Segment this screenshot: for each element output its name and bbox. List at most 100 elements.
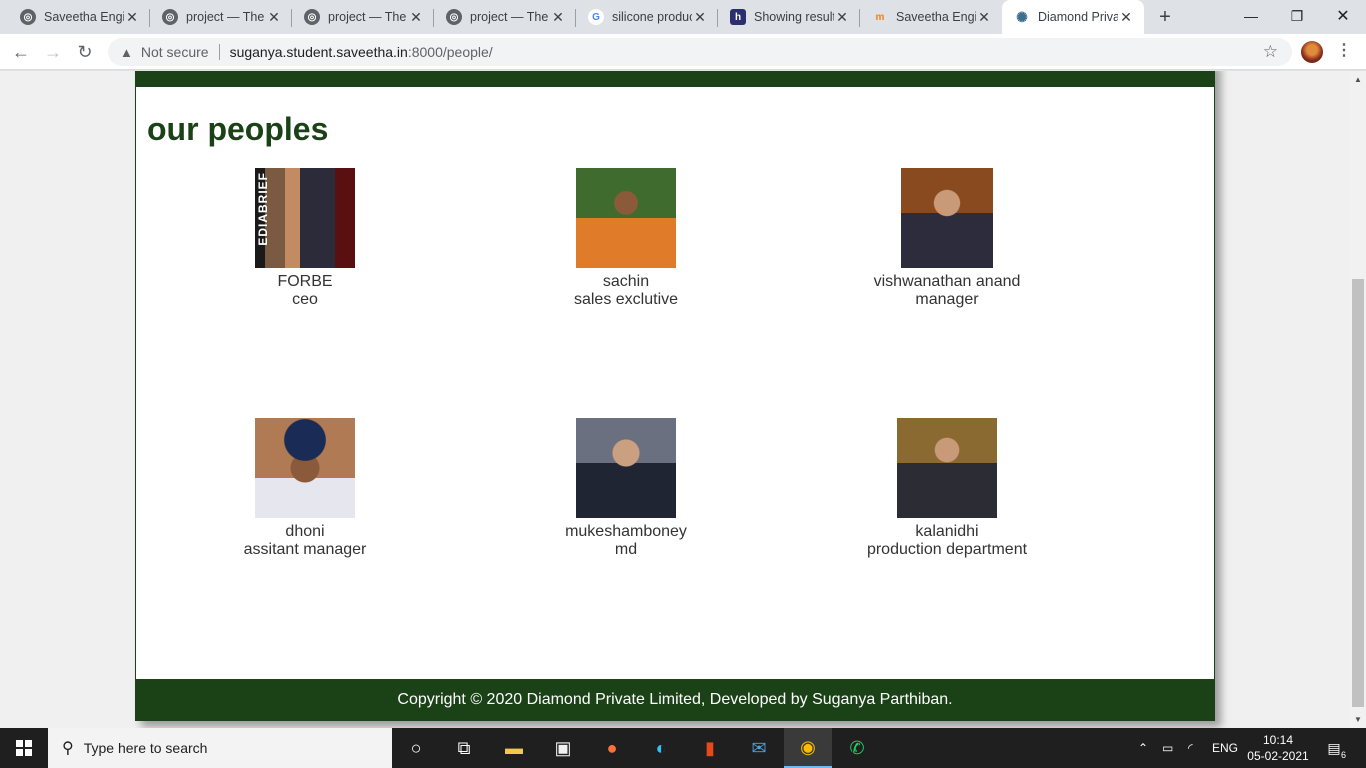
globe-icon: ◎: [446, 9, 462, 25]
browser-tab-4[interactable]: ◎ project — The ✕: [434, 0, 576, 34]
person-photo: [576, 168, 676, 268]
wifi-icon[interactable]: ◜: [1188, 728, 1193, 768]
store-icon[interactable]: ▣: [539, 728, 587, 768]
close-tab-icon[interactable]: ✕: [124, 9, 140, 25]
tab-title: project — The: [186, 10, 265, 24]
minimize-button[interactable]: ―: [1228, 0, 1274, 32]
tab-title: project — The: [470, 10, 549, 24]
person-name: mukeshamboney: [565, 523, 687, 540]
tab-title: silicone produc: [612, 10, 692, 24]
person-role: sales exclutive: [573, 291, 679, 308]
clock-time: 10:14: [1262, 733, 1294, 747]
browser-toolbar: ← → ↻ ▲ Not secure suganya.student.savee…: [0, 34, 1366, 70]
warning-icon[interactable]: ▲: [120, 45, 133, 60]
office-icon[interactable]: ▮: [686, 728, 734, 768]
new-tab-button[interactable]: +: [1153, 5, 1177, 29]
person-card: sachin sales exclutive: [516, 168, 736, 309]
tab-title: Diamond Priva: [1038, 10, 1118, 24]
windows-logo-icon: [16, 740, 32, 756]
language-indicator[interactable]: ENG: [1212, 728, 1238, 768]
menu-dots-icon[interactable]: ⋮: [1336, 40, 1352, 60]
person-name: FORBE: [277, 273, 333, 290]
scroll-down-icon[interactable]: ▼: [1354, 715, 1362, 724]
forward-arrow-icon[interactable]: →: [40, 39, 66, 65]
profile-avatar[interactable]: [1301, 41, 1323, 63]
start-button[interactable]: [0, 728, 48, 768]
edge-icon[interactable]: ◐: [637, 728, 685, 768]
close-tab-icon[interactable]: ✕: [408, 9, 424, 25]
scrollbar-thumb[interactable]: [1352, 279, 1364, 707]
address-divider: [218, 44, 220, 60]
close-tab-icon[interactable]: ✕: [266, 9, 282, 25]
browser-tab-3[interactable]: ◎ project — The ✕: [292, 0, 434, 34]
person-name: sachin: [602, 273, 650, 290]
taskbar-clock[interactable]: 10:14 05-02-2021: [1246, 732, 1310, 764]
close-tab-icon[interactable]: ✕: [550, 9, 566, 25]
person-card: vishwanathan anand manager: [837, 168, 1057, 309]
person-role: md: [614, 541, 638, 558]
clock-date: 05-02-2021: [1247, 749, 1309, 763]
person-card: kalanidhi production department: [837, 418, 1057, 559]
url-path: :8000/people/: [407, 44, 493, 60]
vertical-scrollbar[interactable]: ▲ ▼: [1350, 71, 1366, 728]
cortana-icon[interactable]: ○: [392, 728, 440, 768]
close-tab-icon[interactable]: ✕: [834, 9, 850, 25]
whatsapp-icon[interactable]: ✆: [833, 728, 881, 768]
taskbar-search[interactable]: ⚲ Type here to search: [48, 728, 392, 768]
browser-tab-6[interactable]: h Showing result ✕: [718, 0, 860, 34]
search-icon: ⚲: [62, 740, 74, 757]
person-name: kalanidhi: [915, 523, 979, 540]
person-role: manager: [915, 291, 979, 308]
person-card: EDIABRIEF FORBE ceo: [195, 168, 415, 309]
google-icon: G: [588, 9, 604, 25]
tab-title: project — The: [328, 10, 407, 24]
person-photo: [897, 418, 997, 518]
mail-icon[interactable]: ✉: [735, 728, 783, 768]
page-footer: Copyright © 2020 Diamond Private Limited…: [136, 679, 1214, 721]
browser-tab-strip: ◎ Saveetha Engin ✕ ◎ project — The ✕ ◎ p…: [0, 0, 1366, 34]
scroll-up-icon[interactable]: ▲: [1354, 75, 1362, 84]
person-role: ceo: [292, 291, 318, 308]
page-container: our peoples EDIABRIEF FORBE ceo sachin s…: [135, 71, 1215, 721]
task-view-icon[interactable]: ⧉: [440, 728, 488, 768]
browser-tab-2[interactable]: ◎ project — The ✕: [150, 0, 292, 34]
person-photo: [901, 168, 993, 268]
battery-icon[interactable]: ▭: [1162, 728, 1173, 768]
globe-icon: ◎: [304, 9, 320, 25]
search-placeholder: Type here to search: [83, 740, 208, 756]
person-card: dhoni assitant manager: [195, 418, 415, 559]
file-explorer-icon[interactable]: ▬: [490, 728, 538, 768]
browser-tab-7[interactable]: m Saveetha Engin ✕: [860, 0, 1002, 34]
close-window-button[interactable]: ✕: [1320, 0, 1366, 32]
url-host: suganya.student.saveetha.in: [229, 44, 408, 60]
show-hidden-icons[interactable]: ⌃: [1138, 728, 1148, 768]
browser-tab-active[interactable]: ✺ Diamond Priva ✕: [1002, 0, 1144, 34]
globe-icon: ◎: [162, 9, 178, 25]
person-photo: [255, 418, 355, 518]
firefox-icon[interactable]: ●: [588, 728, 636, 768]
tab-title: Showing result: [754, 10, 834, 24]
notification-icon[interactable]: ▤ 6: [1322, 736, 1346, 761]
settings-icon: ✺: [1016, 8, 1028, 25]
person-role: assitant manager: [243, 541, 367, 558]
browser-tab-5[interactable]: G silicone produc ✕: [576, 0, 718, 34]
tab-title: Saveetha Engin: [44, 10, 124, 24]
person-name: vishwanathan anand: [873, 273, 1021, 290]
back-arrow-icon[interactable]: ←: [8, 39, 34, 65]
person-card: mukeshamboney md: [516, 418, 736, 559]
restore-button[interactable]: ❐: [1274, 0, 1320, 32]
bookmark-star-icon[interactable]: ☆: [1263, 42, 1278, 62]
copyright-text: Copyright © 2020 Diamond Private Limited…: [397, 691, 953, 708]
chrome-icon[interactable]: ◉: [784, 728, 832, 768]
photo-caption: EDIABRIEF: [256, 172, 270, 246]
person-photo: EDIABRIEF: [255, 168, 355, 268]
moodle-icon: m: [875, 11, 885, 23]
close-tab-icon[interactable]: ✕: [976, 9, 992, 25]
close-tab-icon[interactable]: ✕: [692, 9, 708, 25]
security-label[interactable]: Not secure: [141, 44, 209, 60]
close-tab-icon[interactable]: ✕: [1118, 9, 1134, 25]
address-bar[interactable]: ▲ Not secure suganya.student.saveetha.in…: [108, 38, 1292, 66]
browser-tab-1[interactable]: ◎ Saveetha Engin ✕: [8, 0, 150, 34]
reload-icon[interactable]: ↻: [72, 39, 98, 65]
url-text[interactable]: suganya.student.saveetha.in:8000/people/: [230, 44, 493, 60]
